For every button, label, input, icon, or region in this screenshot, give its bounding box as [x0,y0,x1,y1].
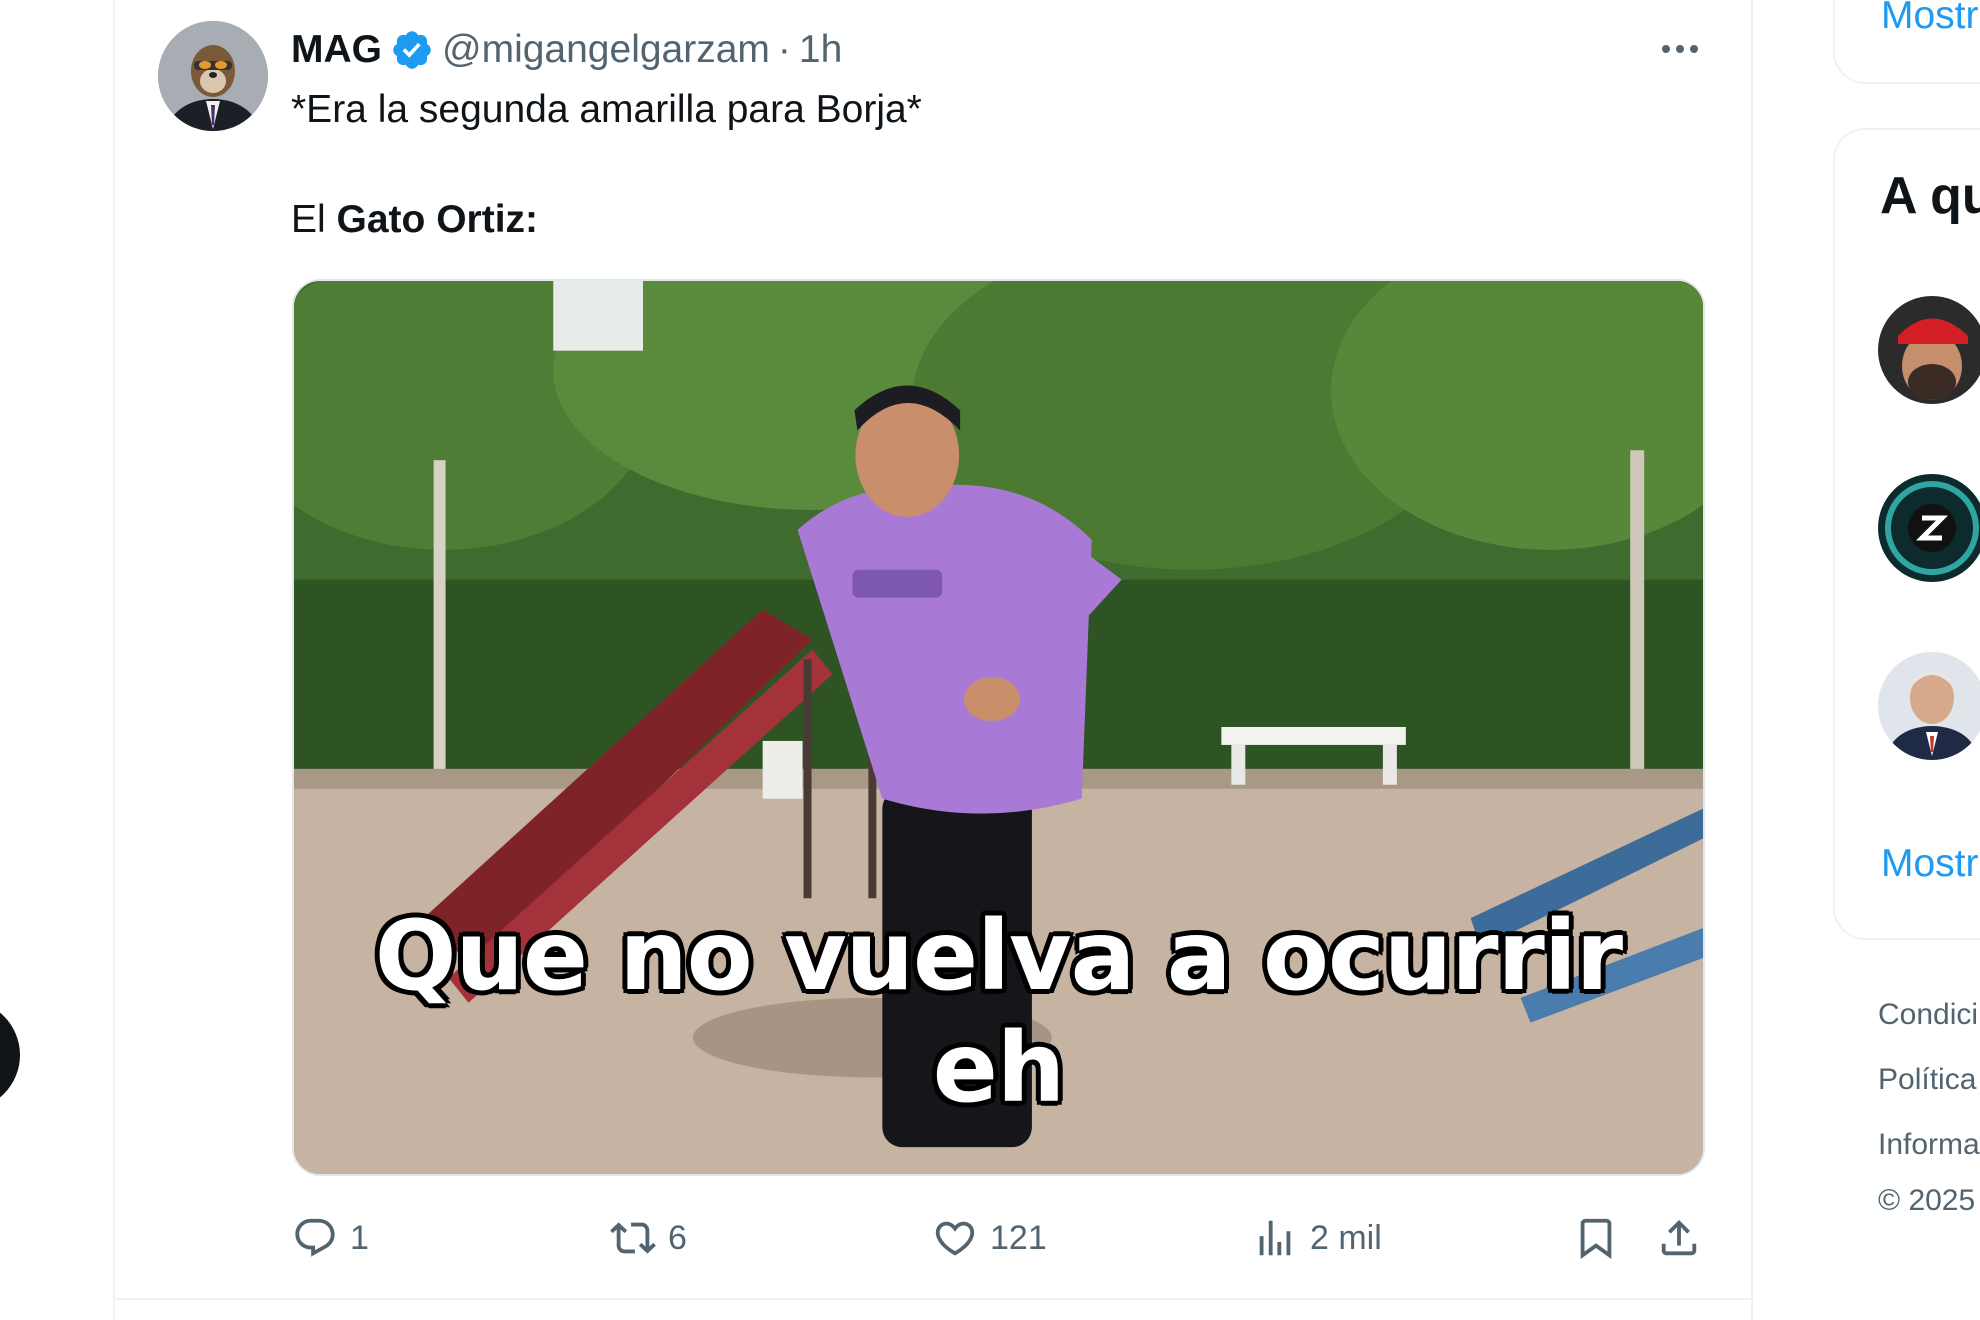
tweet-text-prefix: El [291,198,326,241]
share-button[interactable] [1656,1208,1702,1268]
suggested-user-avatar-3[interactable] [1878,652,1980,760]
separator-dot: · [777,28,791,71]
like-count: 121 [990,1218,1047,1257]
meme-caption: Que no vuelva a ocurrir eh [374,900,1623,1124]
tweet-text-line-2: El Gato Ortiz: [291,194,538,246]
suggested-user-avatar-2[interactable] [1878,474,1980,582]
tweet-media-image[interactable]: Que no vuelva a ocurrir eh [292,279,1705,1176]
footer-link-info[interactable]: Informa [1878,1128,1980,1162]
views-button[interactable]: 2 mil [1252,1208,1382,1268]
floating-action-button[interactable] [0,1000,20,1110]
author-handle[interactable]: @migangelgarzam [442,28,770,72]
feed-right-border [1751,0,1753,1320]
author-name[interactable]: MAG [291,28,382,72]
tweet-timestamp[interactable]: 1h [799,28,842,72]
retweet-button[interactable]: 6 [610,1208,687,1268]
suggested-user-avatar-1[interactable] [1878,296,1980,404]
feed-left-border [113,0,115,1320]
tweet-text-line-1: *Era la segunda amarilla para Borja* [291,88,922,131]
share-icon [1661,1219,1697,1256]
who-to-follow-show-more[interactable]: Mostr [1881,842,1979,886]
retweet-count: 6 [668,1218,687,1257]
footer-copyright: © 2025 [1878,1184,1976,1217]
bookmark-icon [1580,1218,1612,1259]
views-count: 2 mil [1310,1218,1382,1257]
views-chart-icon [1259,1220,1291,1256]
who-to-follow-title: A qu [1880,167,1980,225]
tweet-text-bold: Gato Ortiz: [336,198,539,241]
footer-link-terms[interactable]: Condici [1878,998,1978,1032]
heart-icon [935,1221,975,1256]
retweet-icon [610,1222,656,1254]
tweet-header: MAG @migangelgarzam · 1h [291,22,842,78]
reply-count: 1 [350,1218,369,1257]
like-button[interactable]: 121 [932,1208,1047,1268]
reply-icon [295,1218,335,1257]
footer-link-privacy[interactable]: Política [1878,1063,1976,1097]
verified-badge-icon [390,28,434,72]
more-options-icon[interactable] [1655,24,1705,74]
author-avatar[interactable] [158,21,268,131]
tweet-divider [113,1298,1753,1300]
bookmark-button[interactable] [1573,1208,1619,1268]
reply-button[interactable]: 1 [292,1208,369,1268]
sidebar-show-more-top[interactable]: Mostr [1881,0,1979,38]
